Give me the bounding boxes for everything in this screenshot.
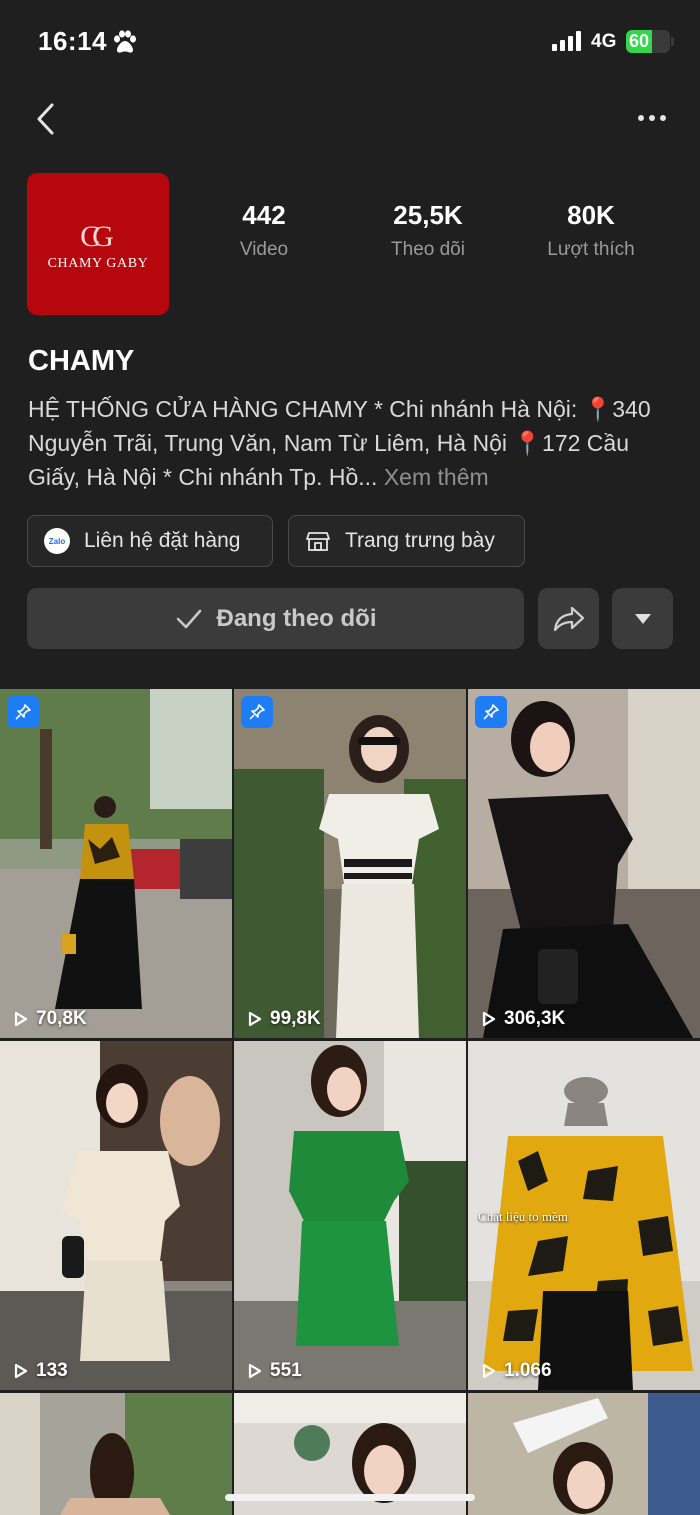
bio-text: HỆ THỐNG CỬA HÀNG CHAMY * Chi nhánh Hà N… [28, 396, 651, 490]
profile-name: CHAMY [28, 345, 135, 377]
share-button[interactable] [538, 588, 599, 649]
avatar[interactable]: CG CHAMY GABY [27, 173, 169, 315]
view-count-text: 133 [36, 1360, 68, 1381]
view-count-text: 551 [270, 1360, 302, 1381]
video-thumbnail [234, 1041, 466, 1390]
zalo-icon: Zalo [44, 528, 70, 554]
following-label: Đang theo dõi [216, 604, 377, 632]
stat-value: 442 [242, 200, 286, 230]
stat-followers[interactable]: 25,5K Theo dõi [363, 200, 493, 261]
play-icon [14, 1363, 28, 1379]
chip-label: Trang trưng bày [345, 529, 495, 552]
video-tile[interactable] [468, 1393, 700, 1515]
battery-charging-icon: 60 [626, 30, 670, 53]
video-thumbnail [468, 1393, 700, 1515]
check-icon [176, 609, 201, 628]
chip-label: Liên hệ đặt hàng [84, 529, 241, 552]
stat-likes[interactable]: 80K Lượt thích [526, 200, 656, 261]
video-thumbnail [468, 689, 700, 1038]
home-indicator[interactable] [225, 1494, 475, 1501]
stat-label: Lượt thích [547, 239, 635, 260]
stat-label: Theo dõi [391, 239, 465, 260]
play-icon [482, 1363, 496, 1379]
view-count: 133 [14, 1360, 68, 1382]
logo-mark: CG [80, 220, 114, 253]
video-thumbnail [0, 689, 232, 1038]
play-icon [248, 1011, 262, 1027]
video-tile[interactable]: 99,8K [234, 689, 466, 1038]
status-time: 16:14 [38, 26, 107, 56]
play-icon [248, 1363, 262, 1379]
video-tile[interactable]: 133 [0, 1041, 232, 1390]
battery-tip [671, 37, 674, 46]
stat-videos[interactable]: 442 Video [199, 200, 329, 261]
view-count: 70,8K [14, 1008, 87, 1030]
back-button[interactable] [30, 100, 64, 138]
video-thumbnail [234, 689, 466, 1038]
video-tile[interactable]: 551 [234, 1041, 466, 1390]
pin-badge [475, 696, 507, 728]
stat-value: 80K [567, 200, 615, 230]
pin-icon [483, 704, 499, 720]
video-thumbnail [0, 1393, 232, 1515]
logo-text: CHAMY GABY [47, 256, 149, 271]
pin-icon [15, 704, 31, 720]
following-button[interactable]: Đang theo dõi [27, 588, 524, 649]
suggestions-dropdown-button[interactable] [612, 588, 673, 649]
more-horizontal-icon[interactable] [632, 106, 672, 130]
video-tile[interactable] [0, 1393, 232, 1515]
network-type: 4G [591, 31, 617, 52]
profile-bio[interactable]: HỆ THỐNG CỬA HÀNG CHAMY * Chi nhánh Hà N… [28, 392, 678, 494]
view-count: 99,8K [248, 1008, 321, 1030]
video-thumbnail [0, 1041, 232, 1390]
play-icon [482, 1011, 496, 1027]
signal-icon [552, 31, 581, 51]
store-icon [306, 532, 330, 551]
share-icon [553, 606, 584, 631]
video-tile[interactable]: 70,8K [0, 689, 232, 1038]
view-count-text: 99,8K [270, 1008, 321, 1029]
view-count: 1.066 [482, 1360, 552, 1382]
view-count: 551 [248, 1360, 302, 1382]
view-count-text: 306,3K [504, 1008, 566, 1029]
caret-down-icon [634, 613, 651, 624]
status-bar: 16:14 4G 60 [0, 0, 700, 84]
view-count: 306,3K [482, 1008, 565, 1030]
video-tile[interactable]: 306,3K [468, 689, 700, 1038]
pin-badge [241, 696, 273, 728]
battery-level: 60 [629, 31, 650, 51]
video-tile[interactable]: Chất liệu to mềm 1.066 [468, 1041, 700, 1390]
see-more-link[interactable]: Xem thêm [384, 464, 489, 490]
view-count-text: 70,8K [36, 1008, 87, 1029]
pin-badge [7, 696, 39, 728]
video-overlay-text: Chất liệu to mềm [478, 1209, 568, 1224]
play-icon [14, 1011, 28, 1027]
paw-icon [114, 30, 136, 53]
stat-label: Video [239, 239, 289, 260]
view-count-text: 1.066 [504, 1360, 552, 1381]
pin-icon [249, 704, 265, 720]
showcase-button[interactable]: Trang trưng bày [288, 515, 525, 567]
stat-value: 25,5K [393, 200, 463, 230]
contact-order-button[interactable]: Zalo Liên hệ đặt hàng [27, 515, 273, 567]
